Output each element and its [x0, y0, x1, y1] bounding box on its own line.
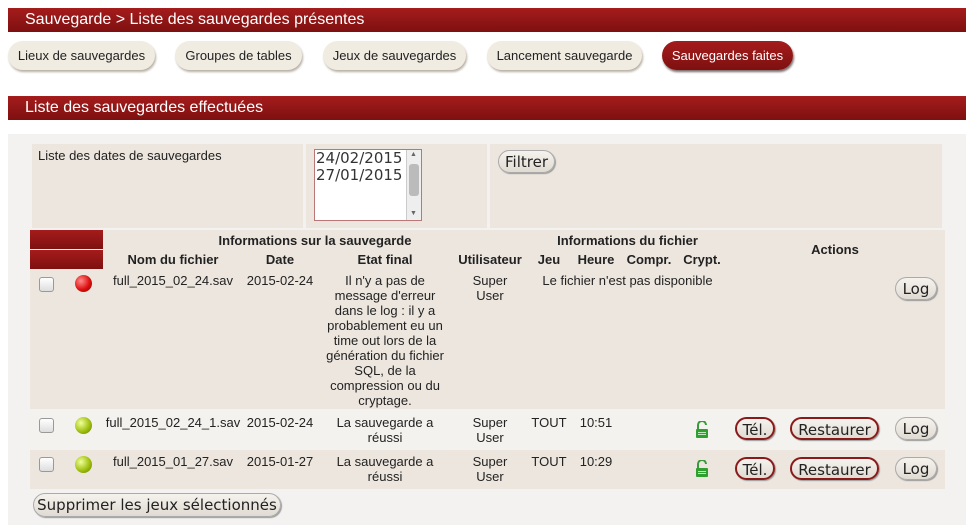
log-button[interactable]: Log [895, 417, 937, 440]
file-name: full_2015_02_24.sav [113, 273, 233, 288]
file-name: full_2015_01_27.sav [113, 454, 233, 469]
col-user-header: Utilisateur [458, 252, 522, 267]
listbox-scrollbar[interactable]: ▲ ▼ [406, 150, 421, 220]
col-crypt-header: Crypt. [683, 252, 721, 267]
tab-sauvegardes-faites[interactable]: Sauvegardes faites [662, 41, 793, 70]
group-file-header: Informations du fichier [557, 233, 698, 248]
scroll-up-icon[interactable]: ▲ [410, 151, 417, 158]
dates-listbox[interactable]: 24/02/2015 27/01/2015 ▲ ▼ [314, 149, 422, 221]
user-name: Super User [472, 454, 508, 484]
header-marker [30, 230, 103, 249]
backup-set: TOUT [531, 415, 567, 430]
col-state-header: Etat final [357, 252, 413, 267]
unlocked-icon [696, 460, 708, 477]
filter-label: Liste des dates de sauvegardes [38, 148, 222, 163]
backup-date: 2015-02-24 [246, 415, 314, 430]
status-error-icon [75, 275, 92, 292]
tab-groupes-de-tables[interactable]: Groupes de tables [175, 41, 302, 70]
col-set-header: Jeu [537, 252, 561, 267]
download-button[interactable]: Tél. [735, 457, 775, 480]
status-ok-icon [75, 456, 92, 473]
backup-date: 2015-02-24 [246, 273, 314, 288]
log-button[interactable]: Log [895, 277, 937, 300]
tab-lancement-sauvegarde[interactable]: Lancement sauvegarde [487, 41, 642, 70]
tab-lieux-de-sauvegardes[interactable]: Lieux de sauvegardes [8, 41, 155, 70]
file-unavailable-message: Le fichier n'est pas disponible [542, 273, 713, 288]
col-file-header: Nom du fichier [127, 252, 219, 267]
row-checkbox[interactable] [39, 457, 54, 472]
row-checkbox[interactable] [39, 418, 54, 433]
tab-jeux-de-sauvegardes[interactable]: Jeux de sauvegardes [323, 41, 466, 70]
filter-button-cell [490, 144, 942, 228]
group-backup-header: Informations sur la sauvegarde [218, 233, 412, 248]
unlocked-icon [696, 421, 708, 438]
row-checkbox[interactable] [39, 277, 54, 292]
breadcrumb: Sauvegarde > Liste des sauvegardes prése… [8, 8, 966, 32]
header-marker [30, 250, 103, 269]
filter-button[interactable]: Filtrer [498, 150, 555, 173]
col-time-header: Heure [577, 252, 615, 267]
backup-date: 2015-01-27 [246, 454, 314, 469]
section-title: Liste des sauvegardes effectuées [8, 96, 966, 120]
download-button[interactable]: Tél. [735, 417, 775, 440]
file-name: full_2015_02_24_1.sav [105, 415, 241, 430]
col-date-header: Date [265, 252, 295, 267]
final-state: La sauvegarde a réussi [336, 454, 434, 484]
final-state: Il n'y a pas de message d'erreur dans le… [326, 273, 444, 408]
restore-button[interactable]: Restaurer [790, 457, 879, 480]
final-state: La sauvegarde a réussi [336, 415, 434, 445]
user-name: Super User [472, 415, 508, 445]
backup-set: TOUT [531, 454, 567, 469]
scrollbar-thumb[interactable] [409, 164, 419, 196]
user-name: Super User [472, 273, 508, 303]
restore-button[interactable]: Restaurer [790, 417, 879, 440]
log-button[interactable]: Log [895, 457, 937, 480]
col-compr-header: Compr. [626, 252, 672, 267]
actions-header: Actions [811, 242, 859, 257]
backup-time: 10:29 [579, 454, 613, 469]
delete-selected-button[interactable]: Supprimer les jeux sélectionnés [33, 493, 281, 517]
backup-time: 10:51 [579, 415, 613, 430]
status-ok-icon [75, 417, 92, 434]
scroll-down-icon[interactable]: ▼ [410, 210, 417, 217]
